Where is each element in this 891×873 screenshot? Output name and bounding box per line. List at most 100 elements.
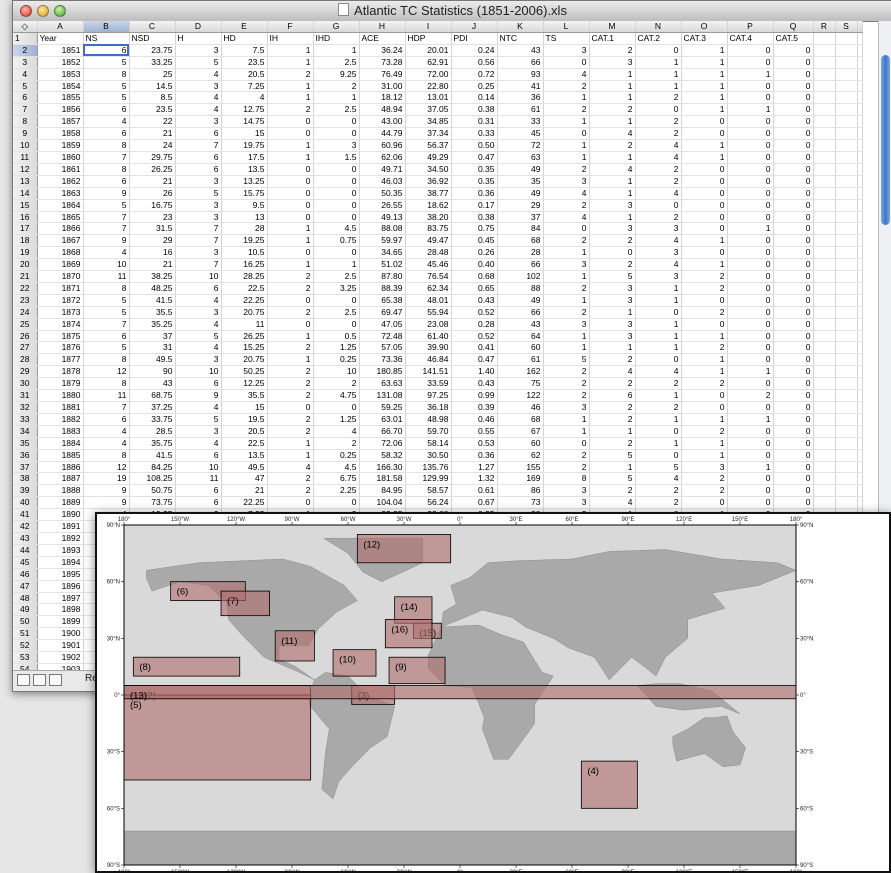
table-cell[interactable] [835, 187, 858, 200]
table-cell[interactable] [813, 389, 836, 402]
table-cell[interactable]: 0 [773, 353, 814, 367]
table-cell[interactable]: 49 [497, 294, 544, 307]
table-cell[interactable] [813, 68, 836, 81]
table-cell[interactable]: 0.68 [451, 270, 498, 283]
table-cell[interactable]: 131.08 [359, 389, 406, 402]
table-cell[interactable]: 86 [497, 484, 544, 498]
table-cell[interactable]: 6 [175, 484, 222, 498]
table-cell[interactable]: 1888 [37, 484, 84, 498]
table-cell[interactable]: 1 [681, 91, 728, 105]
table-cell[interactable]: 60 [497, 341, 544, 355]
table-cell[interactable]: 2 [543, 282, 590, 295]
table-cell[interactable]: 10 [83, 258, 130, 272]
table-cell[interactable]: 2 [589, 139, 636, 152]
table-cell[interactable]: 0 [267, 175, 314, 188]
table-cell[interactable]: 62.91 [405, 56, 452, 69]
table-cell[interactable]: 4 [635, 258, 682, 272]
table-cell[interactable]: 7 [175, 258, 222, 272]
table-cell[interactable]: 1876 [37, 341, 84, 355]
table-cell[interactable]: 2 [635, 484, 682, 498]
table-cell[interactable]: 0 [727, 401, 774, 414]
table-cell[interactable]: 2 [589, 258, 636, 272]
table-cell[interactable]: 0 [727, 270, 774, 283]
table-cell[interactable] [813, 175, 836, 188]
table-cell[interactable]: 4 [83, 437, 130, 450]
row-header[interactable]: 2 [13, 44, 38, 57]
table-cell[interactable]: 12.25 [221, 377, 268, 391]
table-cell[interactable]: 1 [543, 294, 590, 307]
table-cell[interactable]: 0.43 [451, 294, 498, 307]
table-cell[interactable] [835, 211, 858, 224]
table-cell[interactable] [835, 103, 858, 117]
table-cell[interactable]: 3 [313, 139, 360, 152]
column-header[interactable]: L [543, 21, 590, 33]
table-cell[interactable]: 1 [589, 461, 636, 474]
table-cell[interactable]: 4 [175, 318, 222, 331]
table-cell[interactable]: 13 [221, 211, 268, 224]
column-header[interactable]: N [635, 21, 682, 33]
table-cell[interactable]: 2 [267, 270, 314, 283]
table-cell[interactable]: 0.45 [451, 234, 498, 248]
table-cell[interactable]: 0 [313, 187, 360, 200]
table-cell[interactable]: 0 [773, 222, 814, 236]
table-cell[interactable] [813, 294, 836, 307]
table-cell[interactable]: 7 [83, 151, 130, 164]
table-cell[interactable]: 1 [681, 365, 728, 379]
table-cell[interactable]: 15.75 [221, 187, 268, 200]
table-cell[interactable]: 55.94 [405, 306, 452, 319]
table-cell[interactable]: 2 [681, 341, 728, 355]
column-header[interactable]: E [221, 21, 268, 33]
table-cell[interactable]: 1885 [37, 449, 84, 462]
table-cell[interactable]: 6 [83, 413, 130, 426]
row-header[interactable]: 3 [13, 56, 38, 69]
table-cell[interactable]: 1870 [37, 270, 84, 283]
table-cell[interactable]: 35 [497, 175, 544, 188]
table-cell[interactable]: 2.5 [313, 306, 360, 319]
table-cell[interactable]: 1860 [37, 151, 84, 164]
table-cell[interactable]: 16 [129, 246, 176, 260]
table-cell[interactable]: 3 [543, 258, 590, 272]
table-cell[interactable]: 50.35 [359, 187, 406, 200]
table-cell[interactable]: 50.75 [129, 484, 176, 498]
table-cell[interactable]: 0 [681, 222, 728, 236]
table-cell[interactable]: 1880 [37, 389, 84, 402]
table-cell[interactable]: 2 [543, 389, 590, 402]
table-cell[interactable]: 1 [727, 68, 774, 81]
table-cell[interactable]: 4 [589, 163, 636, 176]
table-cell[interactable]: 1887 [37, 472, 84, 486]
table-cell[interactable] [857, 449, 863, 462]
row-header[interactable]: 36 [13, 449, 38, 462]
table-cell[interactable]: 3 [175, 306, 222, 319]
table-cell[interactable]: 1875 [37, 330, 84, 343]
table-cell[interactable] [857, 353, 863, 367]
table-cell[interactable]: 7 [83, 211, 130, 224]
table-cell[interactable]: 5 [175, 187, 222, 200]
table-cell[interactable]: 47 [221, 472, 268, 486]
table-cell[interactable]: 31.00 [359, 80, 406, 93]
table-cell[interactable]: 2.5 [313, 56, 360, 69]
table-cell[interactable]: 5 [175, 56, 222, 69]
table-cell[interactable]: 19 [83, 472, 130, 486]
table-cell[interactable]: 1878 [37, 365, 84, 379]
table-cell[interactable]: 1.25 [313, 341, 360, 355]
row-header[interactable]: 40 [13, 496, 38, 510]
column-header[interactable]: S [835, 21, 858, 33]
table-cell[interactable]: 6 [175, 163, 222, 176]
table-cell[interactable]: 8 [83, 68, 130, 81]
table-cell[interactable]: 1 [267, 449, 314, 462]
table-cell[interactable]: 1 [267, 234, 314, 248]
table-cell[interactable]: 0 [773, 330, 814, 343]
table-cell[interactable]: 25 [129, 68, 176, 81]
table-cell[interactable]: 0.31 [451, 115, 498, 129]
table-cell[interactable]: 1.27 [451, 461, 498, 474]
table-cell[interactable]: 0 [313, 318, 360, 331]
table-cell[interactable]: 0 [773, 449, 814, 462]
table-cell[interactable]: 1 [589, 306, 636, 319]
row-header[interactable]: 23 [13, 294, 38, 307]
table-cell[interactable]: 41 [497, 80, 544, 93]
table-cell[interactable]: 24 [129, 139, 176, 152]
table-cell[interactable]: 4 [313, 425, 360, 438]
table-cell[interactable]: 2 [543, 377, 590, 391]
table-cell[interactable]: 1884 [37, 437, 84, 450]
column-header[interactable]: D [175, 21, 222, 33]
